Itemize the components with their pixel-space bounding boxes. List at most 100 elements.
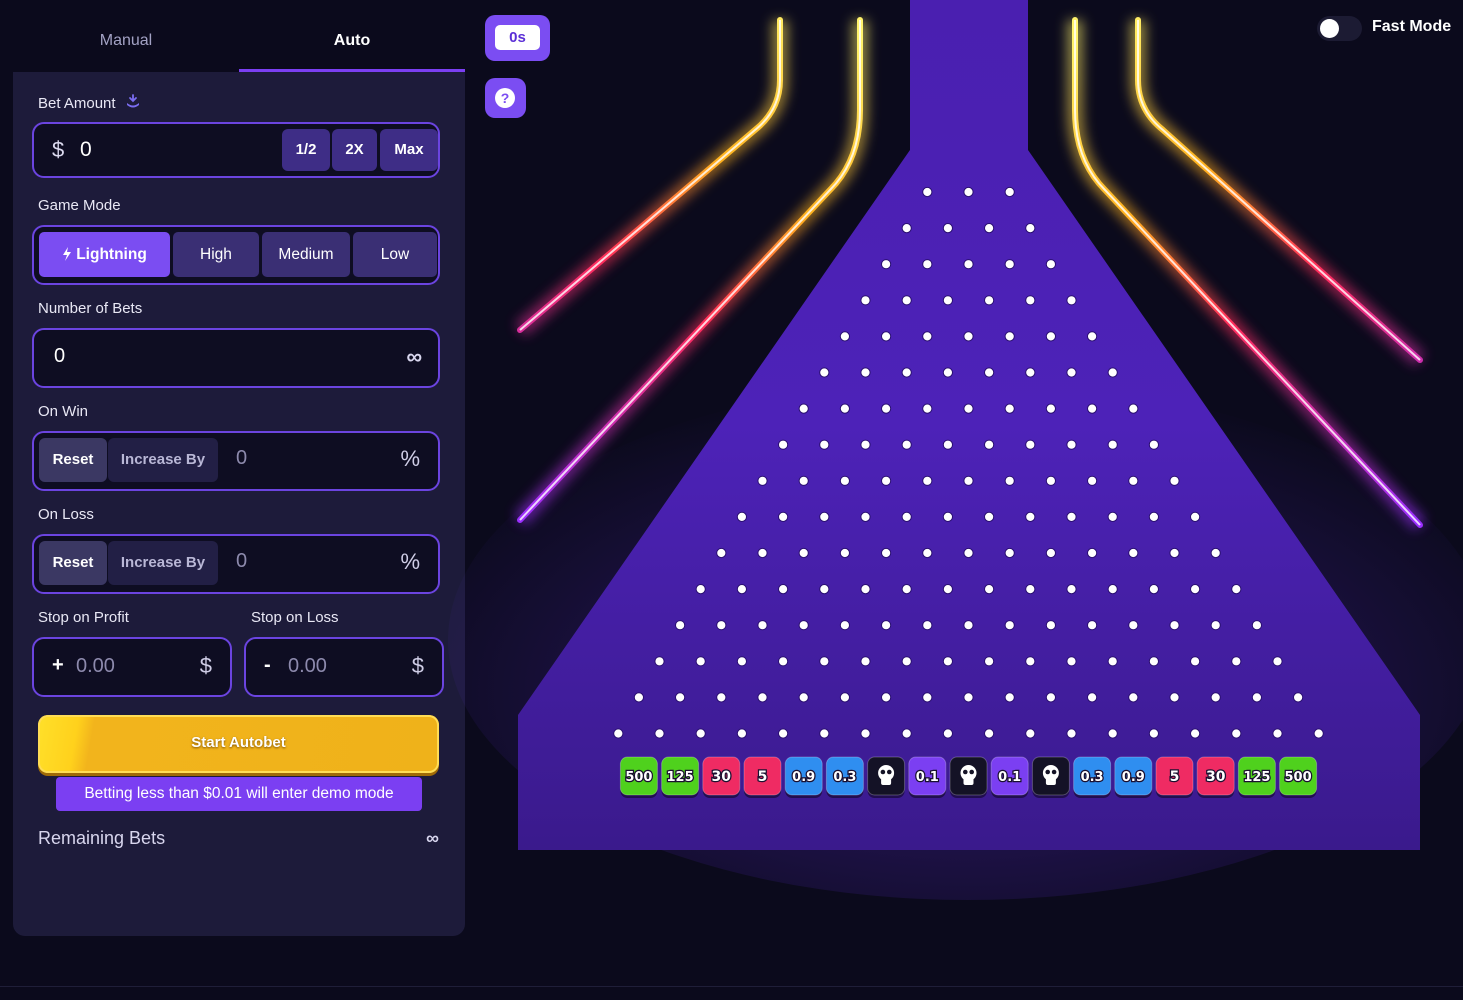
peg bbox=[1004, 692, 1015, 703]
peg bbox=[922, 259, 933, 270]
peg bbox=[778, 584, 789, 595]
peg bbox=[1190, 584, 1201, 595]
peg bbox=[942, 728, 954, 739]
peg bbox=[901, 728, 912, 739]
peg bbox=[942, 584, 954, 595]
peg bbox=[922, 331, 933, 342]
peg bbox=[1272, 656, 1283, 667]
multiplier-slot: 0.1 bbox=[908, 756, 947, 798]
peg bbox=[1045, 692, 1057, 703]
peg bbox=[1128, 475, 1139, 486]
peg bbox=[1210, 620, 1221, 631]
multiplier-slot: 0.9 bbox=[784, 756, 823, 798]
peg bbox=[922, 620, 933, 631]
peg bbox=[942, 656, 954, 667]
peg bbox=[654, 728, 665, 739]
peg bbox=[984, 728, 995, 739]
peg bbox=[1066, 511, 1077, 523]
peg bbox=[1004, 403, 1015, 414]
peg bbox=[778, 439, 789, 450]
multiplier-label: 125 bbox=[1243, 770, 1270, 785]
multiplier-label: 0.1 bbox=[998, 770, 1021, 785]
peg bbox=[984, 511, 995, 523]
peg bbox=[1190, 511, 1201, 523]
peg bbox=[1025, 656, 1036, 667]
peg bbox=[839, 620, 851, 631]
peg bbox=[922, 475, 933, 486]
peg bbox=[1128, 692, 1139, 703]
peg bbox=[1148, 656, 1160, 667]
peg bbox=[860, 439, 871, 450]
peg bbox=[1107, 511, 1118, 523]
multiplier-label: 30 bbox=[712, 769, 732, 785]
peg bbox=[819, 728, 830, 739]
peg bbox=[901, 223, 912, 234]
peg bbox=[901, 656, 912, 667]
peg bbox=[716, 692, 727, 703]
board-funnel bbox=[518, 0, 1420, 850]
peg bbox=[1025, 439, 1036, 450]
peg bbox=[860, 656, 871, 667]
multiplier-slot: 0.9 bbox=[1114, 756, 1153, 798]
peg bbox=[1025, 223, 1036, 234]
peg bbox=[1251, 692, 1263, 703]
peg bbox=[839, 475, 851, 486]
peg bbox=[984, 367, 995, 378]
peg bbox=[860, 584, 871, 595]
peg bbox=[881, 403, 892, 414]
multiplier-label: 5 bbox=[1170, 769, 1180, 785]
multiplier-label: 125 bbox=[667, 770, 694, 785]
peg bbox=[839, 692, 851, 703]
multiplier-slot: 5 bbox=[743, 756, 782, 798]
multiplier-label: 0.3 bbox=[833, 770, 856, 785]
peg bbox=[839, 547, 851, 559]
peg bbox=[778, 656, 789, 667]
peg bbox=[757, 475, 768, 486]
peg bbox=[984, 223, 995, 234]
peg bbox=[1148, 584, 1160, 595]
peg bbox=[1066, 656, 1077, 667]
peg bbox=[1128, 620, 1139, 631]
peg bbox=[881, 331, 892, 342]
peg bbox=[1066, 728, 1077, 739]
peg bbox=[1087, 475, 1098, 486]
peg bbox=[1025, 295, 1036, 306]
peg bbox=[922, 692, 933, 703]
bottom-divider bbox=[0, 986, 1463, 987]
peg bbox=[963, 186, 974, 198]
peg bbox=[1025, 584, 1036, 595]
peg bbox=[1128, 403, 1139, 414]
peg bbox=[1004, 259, 1015, 270]
peg bbox=[860, 728, 871, 739]
multiplier-slot: 125 bbox=[1237, 756, 1276, 798]
peg bbox=[984, 584, 995, 595]
peg bbox=[963, 331, 974, 342]
peg bbox=[1087, 331, 1098, 342]
multiplier-label: 0.3 bbox=[1081, 770, 1104, 785]
peg bbox=[942, 439, 954, 450]
peg bbox=[984, 439, 995, 450]
peg bbox=[819, 439, 830, 450]
peg bbox=[922, 186, 933, 198]
peg bbox=[1045, 403, 1057, 414]
peg bbox=[1025, 367, 1036, 378]
peg bbox=[1293, 692, 1304, 703]
peg bbox=[1231, 728, 1242, 739]
peg bbox=[1087, 620, 1098, 631]
peg bbox=[942, 511, 954, 523]
plinko-board: 500 125 30 5 0.9 0.3 0.1 0.1 0.3 0.9 5 30 125 500 bbox=[448, 0, 1463, 900]
multiplier-slot: 5 bbox=[1155, 756, 1194, 798]
peg bbox=[881, 475, 892, 486]
peg bbox=[984, 656, 995, 667]
peg bbox=[1169, 547, 1180, 559]
peg bbox=[675, 620, 686, 631]
peg bbox=[942, 367, 954, 378]
peg bbox=[736, 656, 748, 667]
peg bbox=[963, 692, 974, 703]
peg bbox=[1169, 620, 1180, 631]
peg bbox=[819, 367, 830, 378]
peg bbox=[798, 692, 809, 703]
peg bbox=[1066, 584, 1077, 595]
peg bbox=[633, 692, 645, 703]
multiplier-slot: 125 bbox=[661, 756, 700, 798]
